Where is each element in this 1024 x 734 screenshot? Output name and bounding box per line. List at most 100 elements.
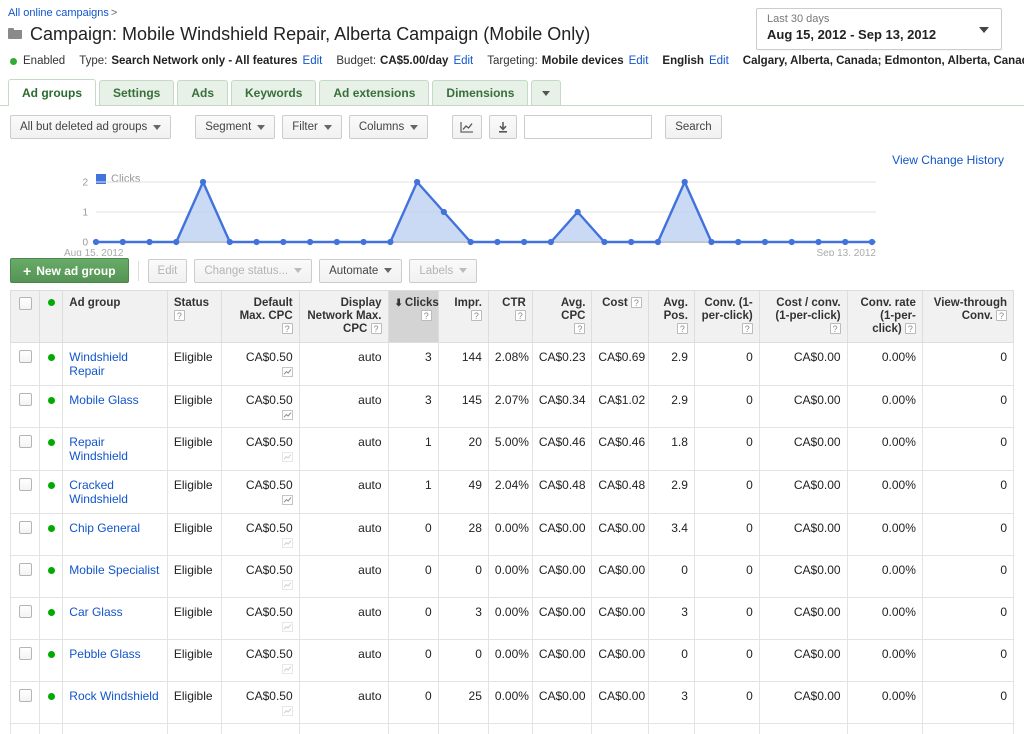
select-all-checkbox[interactable] bbox=[18, 297, 32, 310]
filter-dropdown[interactable]: Filter bbox=[282, 115, 342, 139]
chart-point[interactable] bbox=[842, 238, 849, 246]
col-display-network-max-cpc[interactable]: Display Network Max. CPC ? bbox=[299, 290, 389, 343]
columns-dropdown[interactable]: Columns bbox=[348, 115, 429, 139]
chart-point[interactable] bbox=[494, 238, 501, 246]
cpc-chart-icon[interactable] bbox=[281, 622, 293, 632]
chart-point[interactable] bbox=[199, 178, 207, 186]
col-avg-pos[interactable]: Avg. Pos. ? bbox=[648, 290, 695, 343]
chart-point[interactable] bbox=[253, 238, 260, 246]
labels-dropdown[interactable]: Labels bbox=[409, 258, 478, 283]
col-cost[interactable]: Cost ? bbox=[591, 290, 649, 343]
table-row[interactable]: Mobile Glass Eligible CA$0.50 auto 3 145 2.07%… bbox=[9, 385, 1015, 428]
col-conv[interactable]: Conv. (1-per-click) ? bbox=[694, 290, 760, 343]
col-clicks[interactable]: ⬇ Clicks ? bbox=[388, 290, 439, 343]
download-report-button[interactable] bbox=[489, 115, 518, 139]
chart-point[interactable] bbox=[868, 238, 876, 246]
help-icon[interactable]: ? bbox=[470, 310, 482, 322]
chart-point[interactable] bbox=[440, 208, 447, 216]
row-checkbox[interactable] bbox=[18, 521, 32, 534]
table-row[interactable]: Pebble Glass Eligible CA$0.50 auto 0 0 0.00% CA… bbox=[9, 639, 1015, 682]
tab-ads[interactable]: Ads bbox=[177, 80, 229, 105]
help-icon[interactable]: ? bbox=[741, 323, 753, 335]
ad-group-link[interactable]: Mobile Glass bbox=[69, 393, 138, 407]
chart-point[interactable] bbox=[601, 238, 608, 246]
tab-keywords[interactable]: Keywords bbox=[231, 80, 317, 105]
cpc-chart-icon[interactable] bbox=[281, 452, 293, 462]
col-ctr[interactable]: CTR ? bbox=[488, 290, 533, 343]
help-icon[interactable]: ? bbox=[370, 323, 382, 335]
ad-group-link[interactable]: Cracked Windshield bbox=[69, 478, 128, 506]
chart-point[interactable] bbox=[761, 238, 769, 246]
row-checkbox[interactable] bbox=[18, 605, 32, 618]
edit-budget-link[interactable]: Edit bbox=[453, 55, 473, 67]
ad-group-link[interactable]: Windshield Repair bbox=[69, 350, 128, 378]
table-row[interactable]: Car Glass Eligible CA$0.50 auto 0 3 0.00% CA$0.… bbox=[9, 597, 1015, 640]
ad-group-link[interactable]: Rock Windshield bbox=[69, 689, 158, 703]
chart-point[interactable] bbox=[654, 238, 662, 246]
tab-ad-extensions[interactable]: Ad extensions bbox=[319, 80, 430, 105]
table-row[interactable] bbox=[9, 723, 1015, 734]
chart-point[interactable] bbox=[735, 238, 742, 246]
help-icon[interactable]: ? bbox=[574, 323, 586, 335]
ad-group-link[interactable]: Repair Windshield bbox=[69, 435, 128, 463]
col-ad-group[interactable]: Ad group bbox=[62, 290, 168, 343]
cpc-chart-icon[interactable] bbox=[281, 367, 293, 377]
chart-point[interactable] bbox=[92, 238, 100, 246]
chevron-down-icon[interactable] bbox=[979, 27, 989, 33]
row-checkbox[interactable] bbox=[18, 350, 32, 363]
chart-point[interactable] bbox=[280, 238, 287, 246]
col-view-through-conv[interactable]: View-through Conv. ? bbox=[922, 290, 1015, 343]
help-icon[interactable]: ? bbox=[676, 323, 688, 335]
ad-group-scope-dropdown[interactable]: All but deleted ad groups bbox=[10, 115, 172, 139]
chart-point[interactable] bbox=[708, 238, 715, 246]
table-row[interactable]: Repair Windshield Eligible CA$0.50 auto 1 20 5… bbox=[9, 427, 1015, 471]
cpc-chart-icon[interactable] bbox=[281, 706, 293, 716]
tab-settings[interactable]: Settings bbox=[99, 80, 175, 105]
col-impr[interactable]: Impr. ? bbox=[438, 290, 489, 343]
cpc-chart-icon[interactable] bbox=[281, 495, 293, 505]
chart-point[interactable] bbox=[815, 238, 822, 246]
row-checkbox[interactable] bbox=[18, 478, 32, 491]
automate-dropdown[interactable]: Automate bbox=[319, 258, 403, 283]
row-checkbox[interactable] bbox=[18, 563, 32, 576]
cpc-chart-icon[interactable] bbox=[281, 410, 293, 420]
help-icon[interactable]: ? bbox=[281, 323, 293, 335]
edit-button[interactable]: Edit bbox=[147, 258, 188, 283]
row-checkbox[interactable] bbox=[18, 435, 32, 448]
chart-point[interactable] bbox=[360, 238, 367, 246]
help-icon[interactable]: ? bbox=[514, 310, 526, 322]
chart-point[interactable] bbox=[547, 238, 554, 246]
chart-point[interactable] bbox=[119, 238, 126, 246]
help-icon[interactable]: ? bbox=[173, 310, 185, 322]
table-row[interactable]: Rock Windshield Eligible CA$0.50 auto 0 25 0.0… bbox=[9, 681, 1015, 724]
ad-group-link[interactable]: Pebble Glass bbox=[69, 647, 140, 661]
tab-dimensions[interactable]: Dimensions bbox=[432, 80, 529, 105]
segment-dropdown[interactable]: Segment bbox=[195, 115, 276, 139]
ad-group-link[interactable]: Mobile Specialist bbox=[69, 563, 159, 577]
table-row[interactable]: Cracked Windshield Eligible CA$0.50 auto 1 49… bbox=[9, 470, 1015, 514]
table-row[interactable]: Chip General Eligible CA$0.50 auto 0 28 0.00% C… bbox=[9, 513, 1015, 556]
chart-point[interactable] bbox=[788, 238, 795, 246]
row-checkbox[interactable] bbox=[18, 393, 32, 406]
col-default-max-cpc[interactable]: Default Max. CPC ? bbox=[221, 290, 300, 343]
search-input[interactable] bbox=[524, 115, 653, 139]
cpc-chart-icon[interactable] bbox=[281, 580, 293, 590]
help-icon[interactable]: ? bbox=[996, 310, 1007, 322]
chart-point[interactable] bbox=[387, 238, 394, 246]
help-icon[interactable]: ? bbox=[420, 310, 432, 322]
search-button[interactable]: Search bbox=[665, 115, 722, 139]
edit-type-link[interactable]: Edit bbox=[303, 55, 323, 67]
tab-ad-groups[interactable]: Ad groups bbox=[8, 79, 96, 106]
new-ad-group-button[interactable]: + New ad group bbox=[10, 258, 129, 283]
chart-point[interactable] bbox=[681, 178, 688, 186]
change-status-dropdown[interactable]: Change status... bbox=[194, 258, 313, 283]
chart-point[interactable] bbox=[467, 238, 474, 246]
chart-point[interactable] bbox=[226, 238, 233, 246]
toggle-chart-button[interactable] bbox=[452, 115, 483, 139]
breadcrumb-all-campaigns-link[interactable]: All online campaigns bbox=[8, 7, 109, 19]
date-range-picker[interactable]: Last 30 days Aug 15, 2012 - Sep 13, 2012 bbox=[756, 8, 1002, 50]
chart-point[interactable] bbox=[628, 238, 635, 246]
chart-point[interactable] bbox=[574, 208, 581, 216]
col-avg-cpc[interactable]: Avg. CPC ? bbox=[532, 290, 593, 343]
cpc-chart-icon[interactable] bbox=[281, 538, 293, 548]
